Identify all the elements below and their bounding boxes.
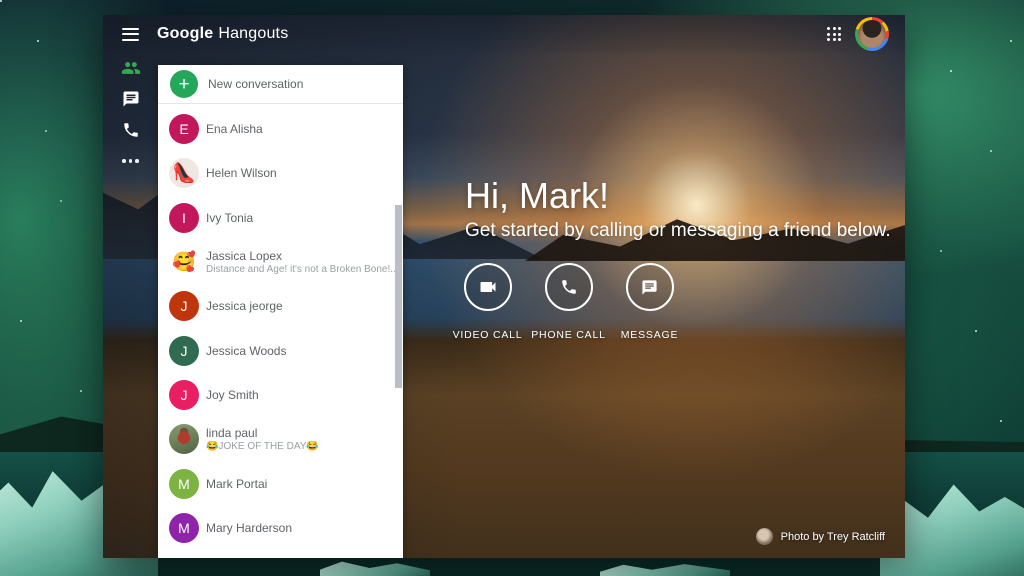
brand-google: Google xyxy=(157,25,213,43)
contact-avatar: 🥰 xyxy=(169,247,199,277)
list-item[interactable]: M Mark Portai xyxy=(158,461,403,505)
list-item[interactable]: linda paul😂JOKE OF THE DAY😂 xyxy=(158,417,403,461)
list-item[interactable]: I Ivy Tonia xyxy=(158,196,403,240)
photo-credit: Photo by Trey Ratcliff xyxy=(756,528,885,545)
list-item[interactable]: J Jessica Woods xyxy=(158,328,403,372)
conversations-tab[interactable] xyxy=(103,84,158,114)
video-call-label: VIDEO CALL xyxy=(453,329,523,341)
conversation-panel: + New conversation E Ena Alisha 👠 Helen Wil… xyxy=(158,65,403,558)
contact-name: Jessica jeorge xyxy=(206,299,283,313)
videocam-icon xyxy=(478,277,498,297)
message-preview: Distance and Age! it's not a Broken Bone… xyxy=(206,264,396,275)
hangouts-window: Google Hangouts xyxy=(103,15,905,558)
calls-tab[interactable] xyxy=(103,115,158,145)
contacts-tab[interactable] xyxy=(103,53,158,83)
contact-avatar: 👠 xyxy=(169,158,199,188)
main-area: Hi, Mark! Get started by calling or mess… xyxy=(403,15,905,558)
phone-call-button[interactable]: PHONE CALL xyxy=(528,263,609,341)
phone-call-circle xyxy=(545,263,593,311)
quick-actions: VIDEO CALL PHONE CALL MESSAGE xyxy=(447,263,690,341)
contact-avatar: I xyxy=(169,203,199,233)
more-icon xyxy=(122,159,139,163)
navigation-rail xyxy=(103,53,158,558)
new-conversation-button[interactable]: + New conversation xyxy=(158,65,403,104)
photo-credit-text: Photo by Trey Ratcliff xyxy=(781,531,885,543)
greeting-subtitle: Get started by calling or messaging a fr… xyxy=(465,220,891,242)
scrollbar-thumb[interactable] xyxy=(395,205,402,388)
message-button[interactable]: MESSAGE xyxy=(609,263,690,341)
phone-call-label: PHONE CALL xyxy=(531,329,606,341)
conversation-list: E Ena Alisha 👠 Helen Wilson I Ivy Tonia 🥰 Jassi… xyxy=(158,107,403,550)
avatar-photo xyxy=(858,20,886,48)
list-item[interactable]: J Jessica jeorge xyxy=(158,284,403,328)
contact-name: Jassica Lopex xyxy=(206,249,396,263)
message-label: MESSAGE xyxy=(621,329,679,341)
contact-name: Mark Portai xyxy=(206,477,267,491)
contact-avatar: J xyxy=(169,291,199,321)
list-item[interactable]: E Ena Alisha xyxy=(158,107,403,151)
contact-name: linda paul xyxy=(206,426,319,440)
account-avatar[interactable] xyxy=(855,17,889,51)
contact-name: Ena Alisha xyxy=(206,122,263,136)
top-bar: Google Hangouts xyxy=(103,15,905,53)
message-circle xyxy=(626,263,674,311)
contact-name: Joy Smith xyxy=(206,388,259,402)
contact-avatar: M xyxy=(169,513,199,543)
phone-icon xyxy=(122,121,140,139)
video-call-button[interactable]: VIDEO CALL xyxy=(447,263,528,341)
app-logo[interactable]: Google Hangouts xyxy=(157,25,288,43)
list-item[interactable]: 👠 Helen Wilson xyxy=(158,151,403,195)
brand-hangouts: Hangouts xyxy=(218,25,288,43)
contact-avatar: J xyxy=(169,380,199,410)
contact-name: Mary Harderson xyxy=(206,521,292,535)
greeting-heading: Hi, Mark! xyxy=(465,175,609,217)
message-preview: 😂JOKE OF THE DAY😂 xyxy=(206,441,319,452)
list-item[interactable]: 🥰 Jassica LopexDistance and Age! it's not… xyxy=(158,240,403,284)
menu-icon[interactable] xyxy=(122,28,139,41)
contact-name: Helen Wilson xyxy=(206,166,277,180)
contact-avatar xyxy=(169,424,199,454)
google-apps-icon[interactable] xyxy=(827,27,841,41)
more-options-button[interactable] xyxy=(103,146,158,176)
people-icon xyxy=(121,58,141,78)
chat-icon xyxy=(122,90,140,108)
contact-name: Ivy Tonia xyxy=(206,211,253,225)
plus-icon: + xyxy=(170,70,198,98)
contact-avatar: M xyxy=(169,469,199,499)
photographer-avatar xyxy=(756,528,773,545)
phone-icon xyxy=(560,278,578,296)
contact-avatar: E xyxy=(169,114,199,144)
video-call-circle xyxy=(464,263,512,311)
message-icon xyxy=(641,279,658,296)
stars xyxy=(0,0,2,2)
list-item[interactable]: M Mary Harderson xyxy=(158,506,403,550)
contact-name: Jessica Woods xyxy=(206,344,286,358)
list-item[interactable]: J Joy Smith xyxy=(158,373,403,417)
new-conversation-label: New conversation xyxy=(208,77,303,91)
contact-avatar: J xyxy=(169,336,199,366)
